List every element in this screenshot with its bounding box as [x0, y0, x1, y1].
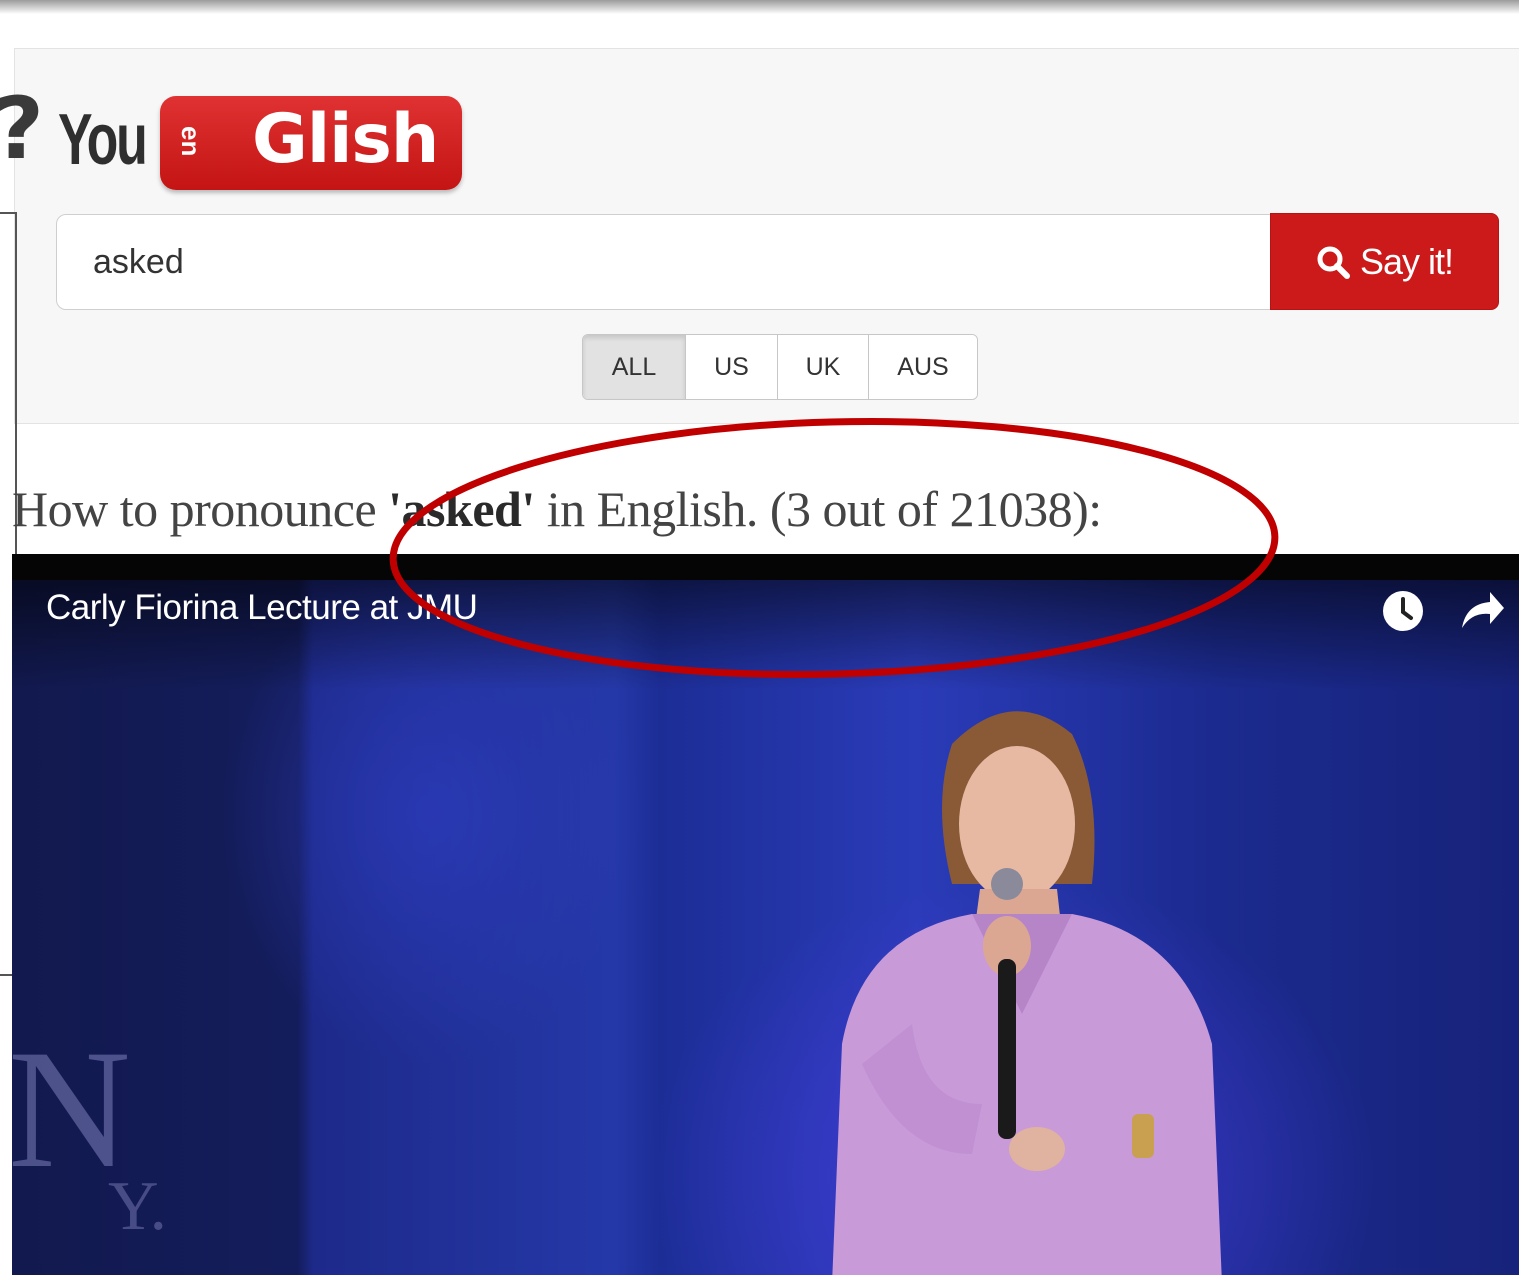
search-icon	[1316, 245, 1350, 279]
logo-glish-text: Glish	[252, 100, 439, 179]
accent-all-button[interactable]: ALL	[583, 335, 686, 399]
accent-filter-group: ALL US UK AUS	[582, 334, 978, 400]
speaker-figure	[832, 711, 1222, 1275]
accent-us-button[interactable]: US	[686, 335, 778, 399]
logo-question-mark: ?	[0, 86, 44, 172]
search-input[interactable]	[56, 214, 1272, 310]
logo-en-text: en	[176, 126, 206, 157]
watch-later-clock-icon[interactable]	[1380, 588, 1426, 639]
window-top-edge	[0, 0, 1519, 14]
stage-backdrop-text-2: Y.	[108, 1168, 168, 1245]
video-title[interactable]: Carly Fiorina Lecture at JMU	[46, 588, 478, 628]
share-arrow-icon[interactable]	[1460, 590, 1506, 635]
pronounce-word: 'asked'	[388, 481, 535, 537]
video-top-bar	[12, 554, 1519, 580]
pronounce-suffix: in English. (3 out of 21038):	[534, 481, 1102, 537]
say-it-label: Say it!	[1359, 240, 1454, 282]
say-it-button[interactable]: Say it!	[1270, 213, 1499, 310]
pronounce-heading: How to pronounce 'asked' in English. (3 …	[12, 480, 1102, 538]
accent-uk-button[interactable]: UK	[778, 335, 869, 399]
video-player[interactable]: N Y. Carly Fiorina Lecture at JMU	[12, 554, 1519, 1275]
accent-aus-button[interactable]: AUS	[869, 335, 977, 399]
logo-you-text: You	[58, 100, 148, 180]
pronounce-prefix: How to pronounce	[12, 481, 389, 537]
